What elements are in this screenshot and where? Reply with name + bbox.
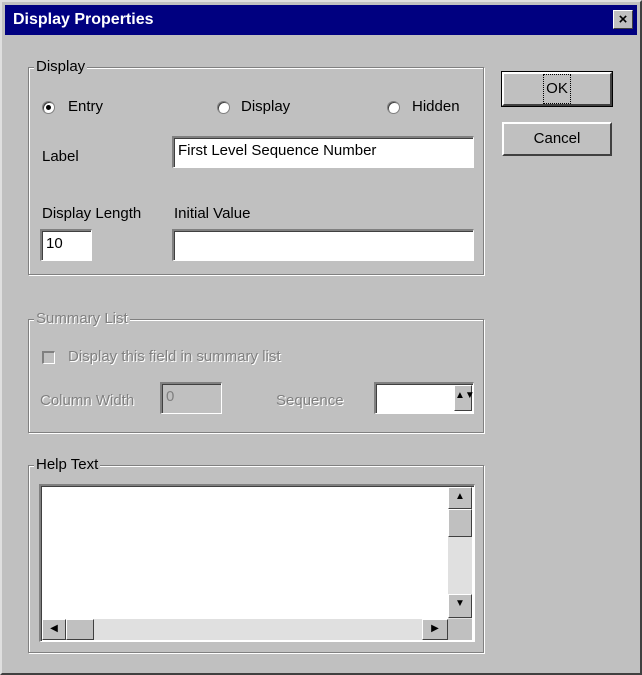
column-width-caption: Column Width xyxy=(40,392,135,409)
radio-hidden[interactable] xyxy=(387,101,400,114)
arrow-up-icon[interactable]: ▲ xyxy=(448,487,472,509)
scrollbar-corner xyxy=(448,619,472,640)
window-title: Display Properties xyxy=(13,11,154,28)
cancel-button-label: Cancel xyxy=(533,130,581,147)
label-field[interactable]: First Level Sequence Number xyxy=(172,136,474,168)
arrow-down-icon[interactable]: ▼ xyxy=(448,594,472,618)
display-length-field[interactable]: 10 xyxy=(40,229,92,261)
display-length-caption: Display Length xyxy=(42,205,142,222)
ok-button[interactable]: OK xyxy=(501,71,613,107)
title-bar[interactable]: Display Properties × xyxy=(5,5,637,35)
sequence-caption: Sequence xyxy=(276,392,344,409)
arrow-right-icon[interactable]: ▶ xyxy=(422,619,448,640)
display-properties-dialog: Display Properties × Display Entry Displ… xyxy=(0,0,642,675)
summary-group xyxy=(28,319,484,433)
horizontal-scroll-thumb[interactable] xyxy=(66,619,94,640)
summary-checkbox-label[interactable]: Display this field in summary list xyxy=(68,348,281,365)
help-group-legend: Help Text xyxy=(34,456,101,473)
vertical-scroll-thumb[interactable] xyxy=(448,509,472,537)
initial-value-field[interactable] xyxy=(172,229,474,261)
summary-group-legend: Summary List xyxy=(34,310,130,327)
horizontal-scrollbar[interactable] xyxy=(42,619,448,640)
arrow-left-icon[interactable]: ◀ xyxy=(42,619,66,640)
ok-button-label: OK xyxy=(543,74,571,104)
display-group-legend: Display xyxy=(34,58,88,75)
radio-hidden-label[interactable]: Hidden xyxy=(412,98,460,115)
cancel-button[interactable]: Cancel xyxy=(502,122,612,156)
column-width-field[interactable]: 0 xyxy=(160,382,222,414)
label-caption: Label xyxy=(42,148,79,165)
radio-entry[interactable] xyxy=(42,101,55,114)
radio-display[interactable] xyxy=(217,101,230,114)
close-icon[interactable]: × xyxy=(613,10,633,29)
spin-arrows-icon[interactable]: ▲▼ xyxy=(454,385,475,411)
radio-display-label[interactable]: Display xyxy=(241,98,290,115)
radio-entry-label[interactable]: Entry xyxy=(68,98,103,115)
initial-value-caption: Initial Value xyxy=(174,205,251,222)
summary-checkbox[interactable] xyxy=(42,351,55,364)
